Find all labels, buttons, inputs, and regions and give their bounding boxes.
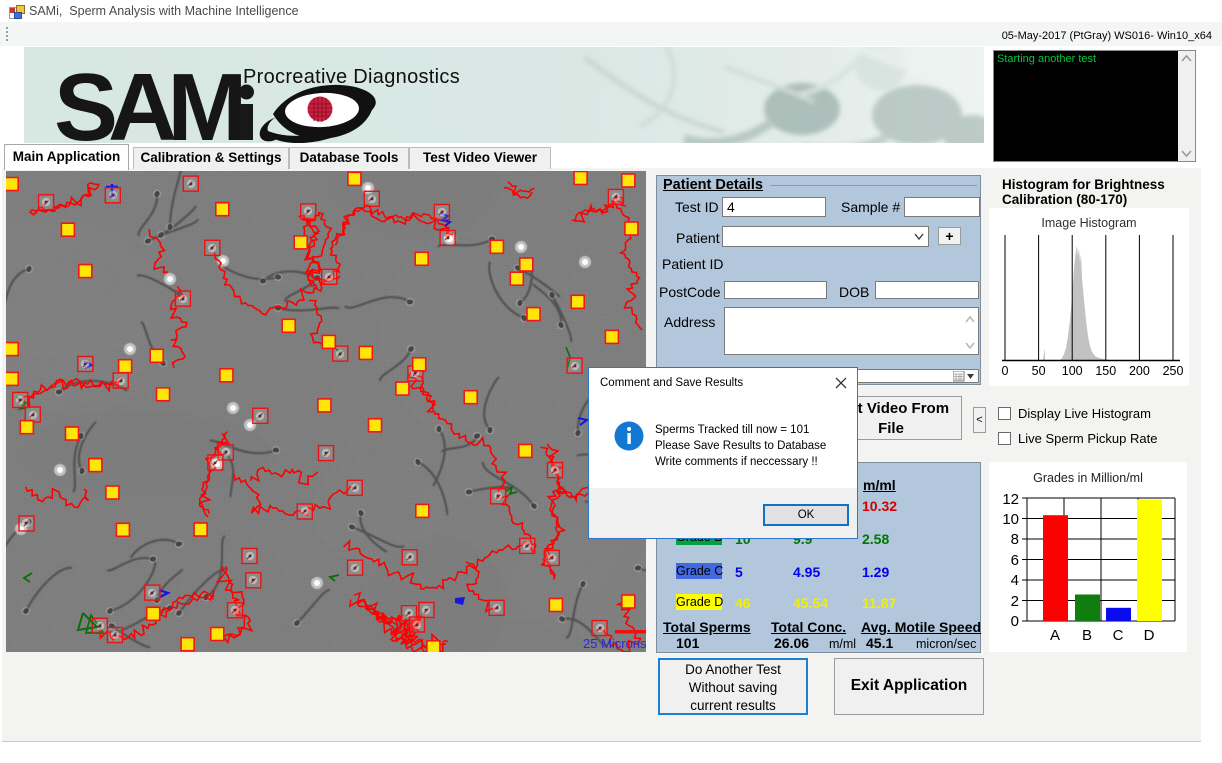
svg-text:4: 4 <box>1011 572 1019 589</box>
svg-text:200: 200 <box>1129 364 1150 378</box>
svg-text:Image Histogram: Image Histogram <box>1041 216 1136 230</box>
svg-text:C: C <box>1113 627 1124 644</box>
svg-text:0: 0 <box>1011 613 1019 630</box>
svg-text:6: 6 <box>1011 552 1019 569</box>
svg-text:2: 2 <box>1011 593 1019 610</box>
svg-text:A: A <box>1050 627 1060 644</box>
svg-text:Procreative Diagnostics: Procreative Diagnostics <box>243 66 460 88</box>
svg-text:100: 100 <box>1062 364 1083 378</box>
svg-text:8: 8 <box>1011 531 1019 548</box>
svg-text:10: 10 <box>1002 511 1019 528</box>
svg-text:D: D <box>1144 627 1155 644</box>
svg-text:0: 0 <box>1002 364 1009 378</box>
svg-text:SAM: SAM <box>54 54 241 143</box>
svg-text:250: 250 <box>1163 364 1184 378</box>
svg-text:B: B <box>1082 627 1092 644</box>
svg-text:25 Microns: 25 Microns <box>583 636 646 651</box>
svg-text:Grades in Million/ml: Grades in Million/ml <box>1033 471 1143 485</box>
svg-text:150: 150 <box>1095 364 1116 378</box>
svg-text:50: 50 <box>1032 364 1046 378</box>
svg-text:12: 12 <box>1002 491 1019 508</box>
